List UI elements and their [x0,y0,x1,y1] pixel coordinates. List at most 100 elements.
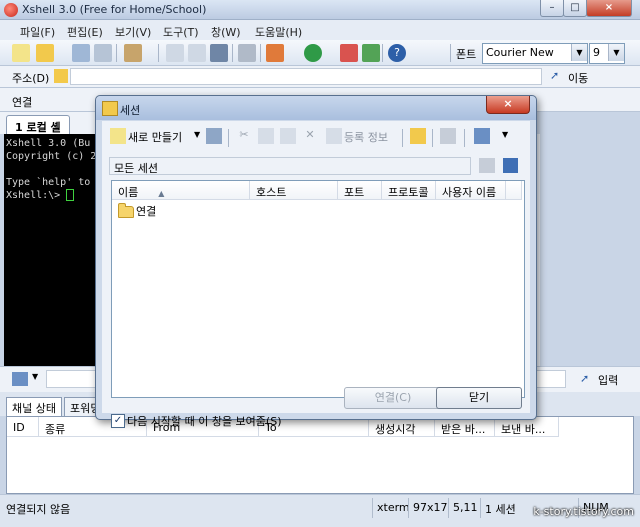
connect-icon[interactable] [206,128,222,144]
main-toolbar: ? 폰트 Courier New ▼ 9 ▼ [0,40,640,66]
show-on-start-label: 다음 시작할 때 이 창을 보여줌(S) [127,415,282,428]
dialog-titlebar: 세션 × [96,96,536,120]
paste-icon[interactable] [280,128,296,144]
channel-table: ID 종류 From To 생성시각 받은 바... 보낸 바... [6,416,634,494]
refresh-icon[interactable] [503,158,518,173]
address-label: 주소(D) [12,72,50,85]
menu-window[interactable]: 창(W) [211,24,241,40]
chevron-down-icon[interactable]: ▼ [32,372,38,381]
maximize-button[interactable]: □ [563,0,587,17]
terminal-line: Xshell:\> [6,189,108,202]
links-label: 연결 [12,96,33,109]
go-button[interactable]: 이동 [568,70,588,86]
copy-icon[interactable] [258,128,274,144]
address-input[interactable] [70,68,542,85]
font-select[interactable]: Courier New ▼ [482,43,588,64]
minimize-button[interactable]: – [540,0,564,17]
sessions-icon [102,101,118,116]
folder-icon [118,203,134,218]
cursor-position: 5,11 [448,498,480,518]
column-header[interactable]: 보낸 바... [495,417,559,437]
column-header[interactable]: 생성시각 [369,417,435,437]
dialog-body: 새로 만들기 ▼ ✂ ✕ 등록 정보 ▼ 모든 세션 이름 ▲ 호스트 포트 프… [102,121,530,428]
session-path: 모든 세션 [109,157,471,175]
menu-help[interactable]: 도움말(H) [255,24,302,40]
status-bar: 연결되지 않음 xterm 97x17 5,11 1 세션 NUM k-stor… [0,494,640,527]
terminal-tab-row: 1 로컬 셸 [0,112,100,135]
print-icon[interactable] [238,44,256,62]
register-button[interactable]: 등록 정보 [344,129,388,145]
font-label: 폰트 [456,48,477,61]
column-header[interactable]: 포트 [338,181,382,200]
find-icon[interactable] [210,44,228,62]
send-button[interactable]: 입력 [598,372,618,388]
main-titlebar: Xshell 3.0 (Free for Home/School) – □ × [0,0,640,20]
paste-icon[interactable] [188,44,206,62]
address-icon [54,69,68,83]
terminal-size: 97x17 [408,498,448,518]
show-on-start-checkbox[interactable]: ✓ [111,414,125,428]
terminal-line: Xshell 3.0 (Bu [6,138,91,149]
delete-icon[interactable]: ✕ [302,128,318,144]
font-size-select[interactable]: 9 ▼ [589,43,625,64]
chevron-down-icon: ▼ [571,44,587,61]
cut-icon[interactable]: ✂ [236,128,252,144]
script-icon[interactable] [340,44,358,62]
session-list: 이름 ▲ 호스트 포트 프로토콜 사용자 이름 연결 [111,180,525,398]
address-bar: 주소(D) ➚ 이동 [0,66,640,88]
column-header[interactable]: ID [7,417,39,437]
compose-bar-icon[interactable] [12,372,28,386]
view-mode-icon[interactable] [474,128,490,144]
help-icon[interactable]: ? [388,44,406,62]
connection-status: 연결되지 않음 [6,503,71,516]
menu-bar: 파일(F) 편집(E) 보기(V) 도구(T) 창(W) 도움말(H) [0,20,640,40]
menu-edit[interactable]: 편집(E) [67,24,103,40]
column-header[interactable]: 이름 ▲ [112,181,250,200]
disconnect-icon[interactable] [94,44,112,62]
globe-icon[interactable] [304,44,322,62]
column-header[interactable]: 호스트 [250,181,338,200]
chevron-down-icon[interactable]: ▼ [194,130,200,139]
properties-icon[interactable] [326,128,342,144]
terminal-cursor [66,189,75,201]
copy-icon[interactable] [166,44,184,62]
compose-icon[interactable] [362,44,380,62]
close-button[interactable]: × [586,0,632,17]
transfer-icon[interactable] [266,44,284,62]
up-folder-icon[interactable] [479,158,495,173]
terminal-line: Copyright (c) 2 [6,151,97,162]
menu-file[interactable]: 파일(F) [20,24,55,40]
close-dialog-button[interactable]: 닫기 [436,387,522,409]
chevron-down-icon[interactable]: ▼ [502,130,508,139]
send-icon: ➚ [580,372,590,385]
dialog-close-button[interactable]: × [486,96,530,114]
path-row: 모든 세션 [109,157,525,177]
menu-view[interactable]: 보기(V) [115,24,151,40]
new-session-button[interactable]: 새로 만들기 [128,129,182,145]
new-session-icon[interactable] [12,44,30,62]
connect-button[interactable]: 연결(C) [344,387,442,409]
new-session-icon[interactable] [110,128,126,144]
sessions-dialog: 세션 × 새로 만들기 ▼ ✂ ✕ 등록 정보 ▼ 모든 세션 이름 ▲ 호스트… [95,95,537,428]
folder-icon[interactable] [410,128,426,144]
sort-asc-icon: ▲ [158,189,165,198]
dialog-title: 세션 [120,104,141,117]
session-info-icon[interactable] [440,128,456,144]
menu-tools[interactable]: 도구(T) [163,24,199,40]
watermark: k-story.tistory.com [533,505,634,518]
properties-icon[interactable] [124,44,142,62]
column-header[interactable]: 사용자 이름 [436,181,506,200]
open-folder-icon[interactable] [36,44,54,62]
column-header[interactable]: 받은 바... [435,417,495,437]
terminal-line: Type `help' to [6,177,91,188]
chevron-down-icon: ▼ [608,44,624,61]
session-count: 1 세션 [480,498,520,518]
list-item[interactable]: 연결 [118,203,156,219]
tab-local-shell[interactable]: 1 로컬 셸 [6,115,70,135]
column-header[interactable]: 프로토콜 [382,181,436,200]
terminal-type: xterm [372,498,410,518]
window-title: Xshell 3.0 (Free for Home/School) [22,3,207,16]
dialog-toolbar: 새로 만들기 ▼ ✂ ✕ 등록 정보 ▼ [102,125,530,149]
connect-icon[interactable] [72,44,90,62]
